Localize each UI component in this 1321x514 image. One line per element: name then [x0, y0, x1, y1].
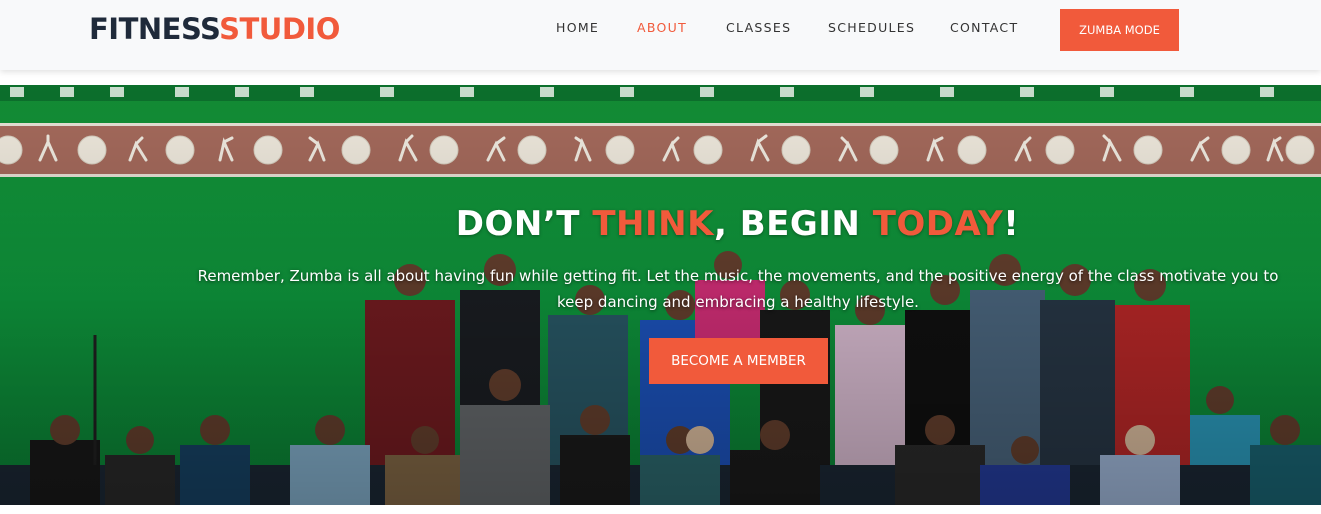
- page-bottom-strip: [0, 505, 1321, 514]
- nav-contact[interactable]: CONTACT: [950, 20, 1018, 35]
- hero-title-exclaim: !: [1003, 204, 1020, 244]
- hero-subtitle: Remember, Zumba is all about having fun …: [197, 267, 1279, 311]
- hero-content: DON’T THINK, BEGIN TODAY! Remember, Zumb…: [0, 85, 1321, 505]
- zumba-mode-button[interactable]: ZUMBA MODE: [1060, 9, 1179, 51]
- hero-title: DON’T THINK, BEGIN TODAY!: [0, 204, 1321, 244]
- hero-section: DON’T THINK, BEGIN TODAY! Remember, Zumb…: [0, 85, 1321, 505]
- nav-home[interactable]: HOME: [556, 20, 599, 35]
- nav-about[interactable]: ABOUT: [637, 20, 687, 35]
- brand-logo-part2: STUDIO: [219, 12, 340, 46]
- hero-title-accent-1: THINK: [592, 204, 714, 244]
- hero-title-accent-2: TODAY: [872, 204, 1004, 244]
- become-member-button[interactable]: BECOME A MEMBER: [649, 338, 828, 384]
- brand-logo[interactable]: FITNESSSTUDIO: [89, 10, 340, 48]
- site-header: FITNESSSTUDIO HOME ABOUT CLASSES SCHEDUL…: [0, 0, 1321, 70]
- hero-title-word-2: , BEGIN: [713, 204, 873, 244]
- brand-logo-part1: FITNESS: [89, 12, 220, 46]
- hero-title-word-1: DON’T: [455, 204, 593, 244]
- nav-classes[interactable]: CLASSES: [726, 20, 791, 35]
- nav-schedules[interactable]: SCHEDULES: [828, 20, 915, 35]
